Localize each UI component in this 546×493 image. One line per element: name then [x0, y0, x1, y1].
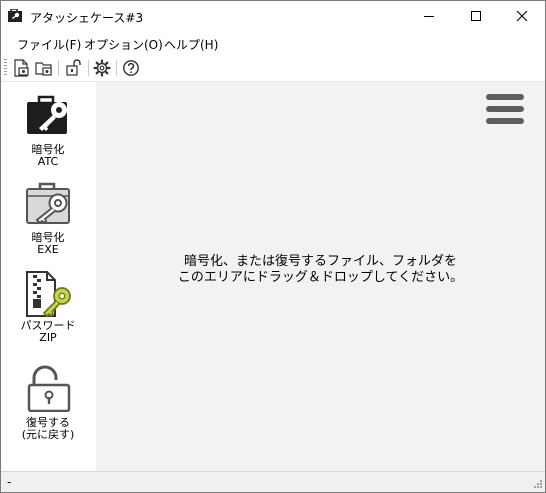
- hamburger-line: [486, 118, 524, 124]
- unlock-icon: [27, 365, 71, 412]
- sidebar-item-encrypt-atc[interactable]: 暗号化 ATC: [1, 94, 95, 169]
- maximize-button[interactable]: [453, 1, 499, 31]
- sidebar-item-encrypt-exe[interactable]: 暗号化 EXE: [1, 182, 95, 257]
- encrypt-file-icon: [14, 59, 29, 77]
- decrypt-icon: [66, 59, 81, 76]
- toolbar-grip[interactable]: [4, 59, 7, 77]
- minimize-icon: [424, 16, 434, 17]
- app-icon: [8, 9, 22, 22]
- decrypt-button[interactable]: [64, 58, 84, 78]
- settings-gear-icon: [93, 59, 111, 77]
- menu-help[interactable]: ヘルプ(H): [164, 36, 218, 53]
- zip-key-icon: [26, 271, 71, 318]
- maximize-icon: [471, 11, 481, 21]
- hamburger-menu-button[interactable]: [486, 94, 524, 124]
- menu-bar: ファイル(F) オプション(O) ヘルプ(H): [1, 31, 545, 55]
- sidebar-item-password-zip[interactable]: パスワード ZIP: [1, 270, 95, 350]
- sidebar-item-label: 暗号化 EXE: [31, 231, 65, 256]
- close-icon: [516, 10, 528, 22]
- app-window: アタッシェケース#3 ファイル(F) オプション(O) ヘルプ(H) 暗号化 A…: [0, 0, 546, 493]
- settings-button[interactable]: [92, 58, 112, 78]
- toolbar-separator: [88, 60, 89, 76]
- menu-options[interactable]: オプション(O): [84, 36, 163, 53]
- sidebar-item-label: 暗号化 ATC: [31, 143, 65, 168]
- encrypt-folder-button[interactable]: [34, 58, 54, 78]
- resize-grip-icon[interactable]: [531, 479, 543, 491]
- menu-file[interactable]: ファイル(F): [17, 36, 81, 53]
- drop-area[interactable]: 暗号化、または復号するファイル、フォルダを このエリアにドラッグ＆ドロップしてく…: [96, 82, 545, 471]
- status-text: -: [7, 475, 12, 489]
- sidebar-item-label: パスワード ZIP: [20, 319, 76, 344]
- drop-instruction-text: 暗号化、または復号するファイル、フォルダを このエリアにドラッグ＆ドロップしてく…: [177, 254, 464, 285]
- window-title: アタッシェケース#3: [30, 11, 144, 25]
- hamburger-line: [486, 106, 524, 112]
- status-bar: -: [1, 471, 545, 492]
- sidebar-item-label: 復号する (元に戻す): [21, 416, 75, 441]
- encrypt-folder-icon: [35, 62, 52, 76]
- help-button[interactable]: [121, 58, 141, 78]
- briefcase-key-icon: [27, 95, 67, 134]
- minimize-button[interactable]: [406, 1, 452, 31]
- sidebar-item-decrypt[interactable]: 復号する (元に戻す): [1, 364, 95, 444]
- toolbar-separator: [116, 60, 117, 76]
- encrypt-file-button[interactable]: [11, 58, 31, 78]
- toolbar: [1, 55, 545, 82]
- hamburger-line: [486, 94, 524, 100]
- case-key-icon: [26, 182, 70, 225]
- help-icon: [123, 60, 139, 76]
- title-bar[interactable]: アタッシェケース#3: [1, 1, 545, 31]
- close-button[interactable]: [499, 1, 545, 31]
- sidebar: 暗号化 ATC 暗号化 EXE パスワード ZIP 復号する (元に戻す): [1, 82, 95, 471]
- toolbar-separator: [58, 60, 59, 76]
